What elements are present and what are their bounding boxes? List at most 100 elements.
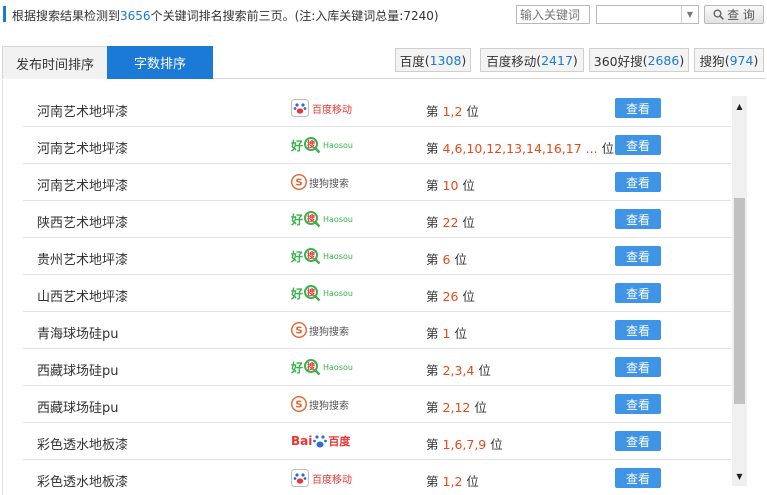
logo-text: 百度移动 — [312, 474, 352, 486]
rank-prefix: 第 — [426, 104, 439, 119]
engine-logo-cell: 好搜 Haosou — [291, 208, 353, 230]
keyword-cell: 山西艺术地坪漆 — [37, 290, 129, 305]
logo-subtext: Haosou — [323, 214, 353, 224]
sogou-s-icon: S — [291, 322, 307, 338]
engine-logo-cell: 百度移动 — [291, 467, 352, 489]
rank-prefix: 第 — [426, 252, 439, 267]
rank-suffix: 位 — [474, 400, 487, 415]
keyword-cell: 西藏球场硅pu — [37, 364, 119, 379]
engine-filter-baidu[interactable]: 百度(1308) — [395, 48, 471, 72]
view-button[interactable]: 查看 — [615, 431, 661, 451]
tab-word-count[interactable]: 字数排序 — [107, 46, 213, 79]
keyword-cell: 河南艺术地坪漆 — [37, 105, 129, 120]
sogou-logo: S 搜狗搜索 — [291, 396, 349, 412]
logo-subtext: Haosou — [323, 362, 353, 372]
engine-logo-cell: 百度移动 — [291, 97, 352, 119]
magnifier-icon: 搜 — [304, 211, 321, 228]
engine-name: 360好搜 — [593, 53, 643, 69]
logo-subtext: Haosou — [323, 251, 353, 261]
scroll-down-icon[interactable]: ▼ — [732, 468, 747, 484]
table-row: 河南艺术地坪漆 百度移动 第 1,2 位 查看 — [23, 90, 731, 127]
scrollbar-thumb[interactable] — [734, 198, 745, 404]
baidu-mobile-logo: 百度移动 — [291, 469, 352, 487]
rank-cell: 第 10 位 — [426, 175, 475, 194]
engine-logo-cell: 好搜 Haosou — [291, 356, 353, 378]
haosou-logo: 好搜 Haosou — [291, 284, 353, 302]
view-button[interactable]: 查看 — [615, 394, 661, 414]
engine-count: 2686 — [647, 52, 680, 68]
summary-bar: 根据搜索结果检测到3656个关键词排名搜索前三页。(注:入库关键词总量:7240… — [0, 0, 767, 30]
rank-value: 6 — [442, 252, 451, 267]
baidu-mobile-logo: 百度移动 — [291, 99, 352, 117]
engine-logo-cell: S 搜狗搜索 — [291, 393, 349, 415]
view-button[interactable]: 查看 — [615, 209, 661, 229]
view-button[interactable]: 查看 — [615, 98, 661, 118]
rank-cell: 第6位 — [426, 249, 467, 268]
keyword-cell: 青海球场硅pu — [37, 327, 119, 342]
logo-text: Bai — [291, 434, 313, 448]
sogou-s-icon: S — [291, 396, 307, 412]
logo-text: 百度 — [328, 435, 351, 448]
svg-text:搜: 搜 — [307, 250, 316, 260]
svg-text:搜: 搜 — [307, 139, 316, 149]
keyword-cell: 河南艺术地坪漆 — [37, 179, 129, 194]
paw-icon — [291, 469, 309, 487]
rank-value: 1,2 — [442, 474, 463, 489]
keyword-cell: 西藏球场硅pu — [37, 401, 119, 416]
svg-text:S: S — [295, 400, 302, 411]
logo-subtext: Haosou — [323, 288, 353, 298]
scroll-up-icon[interactable]: ▲ — [732, 98, 747, 114]
engine-filter-baidu-mobile[interactable]: 百度移动(2417) — [480, 48, 584, 72]
engine-select[interactable]: ▼ — [596, 5, 699, 24]
rank-prefix: 第 — [426, 178, 439, 193]
view-button[interactable]: 查看 — [615, 320, 661, 340]
rank-prefix: 第 — [426, 400, 439, 415]
view-button[interactable]: 查看 — [615, 172, 661, 192]
view-button[interactable]: 查看 — [615, 246, 661, 266]
magnifier-icon: 搜 — [304, 359, 321, 376]
rank-suffix: 位 — [601, 141, 615, 156]
rank-value: 22 — [442, 215, 459, 230]
paw-icon — [313, 435, 328, 448]
rank-prefix: 第 — [426, 141, 439, 156]
rank-value: 1,6,7,9 — [442, 437, 487, 452]
magnifier-icon: 搜 — [304, 248, 321, 265]
logo-text: 好 — [291, 138, 304, 153]
logo-text: 搜狗搜索 — [309, 178, 349, 190]
table-row: 河南艺术地坪漆 S 搜狗搜索 第 10 位 查看 — [23, 164, 731, 201]
summary-prefix: 根据搜索结果检测到 — [12, 9, 121, 23]
rank-cell: 第 2,3,4 位 — [426, 360, 491, 379]
engine-logo-cell: S 搜狗搜索 — [291, 171, 349, 193]
rank-value: 26 — [442, 289, 459, 304]
view-button[interactable]: 查看 — [615, 357, 661, 377]
engine-logo-cell: 好搜 Haosou — [291, 134, 353, 156]
sogou-logo: S 搜狗搜索 — [291, 322, 349, 338]
rank-suffix: 位 — [462, 289, 475, 304]
engine-filter-360[interactable]: 360好搜(2686) — [589, 48, 689, 72]
rank-prefix: 第 — [426, 289, 439, 304]
view-button[interactable]: 查看 — [615, 468, 661, 488]
magnifier-icon: 搜 — [304, 285, 321, 302]
table-row: 彩色透水地板漆 Bai 百度 第 1,6,7,9 位 查看 — [23, 423, 731, 460]
haosou-logo: 好搜 Haosou — [291, 210, 353, 228]
table-row: 山西艺术地坪漆 好搜 Haosou 第 26 位 查看 — [23, 275, 731, 312]
view-button[interactable]: 查看 — [615, 135, 661, 155]
haosou-logo: 好搜 Haosou — [291, 247, 353, 265]
table-row: 西藏球场硅pu S 搜狗搜索 第 2,12 位 查看 — [23, 386, 731, 423]
logo-text: 搜狗搜索 — [309, 326, 349, 338]
view-button[interactable]: 查看 — [615, 283, 661, 303]
scrollbar[interactable]: ▲ ▼ — [732, 96, 747, 486]
chevron-down-icon[interactable]: ▼ — [681, 6, 698, 23]
svg-text:S: S — [295, 178, 302, 189]
engine-name: 搜狗 — [699, 53, 725, 69]
query-button[interactable]: 查 询 — [704, 5, 764, 24]
rank-cell: 第 1,6,7,9 位 — [426, 434, 503, 453]
keyword-search-input[interactable] — [516, 5, 590, 24]
haosou-logo: 好搜 Haosou — [291, 358, 353, 376]
svg-text:搜: 搜 — [307, 213, 316, 223]
table-row: 贵州艺术地坪漆 好搜 Haosou 第 6 位 查看 — [23, 238, 731, 275]
rank-suffix: 位 — [478, 363, 491, 378]
rank-prefix: 第 — [426, 326, 439, 341]
tab-publish-time[interactable]: 发布时间排序 — [2, 46, 108, 79]
engine-filter-sogou[interactable]: 搜狗(974) — [694, 48, 764, 72]
